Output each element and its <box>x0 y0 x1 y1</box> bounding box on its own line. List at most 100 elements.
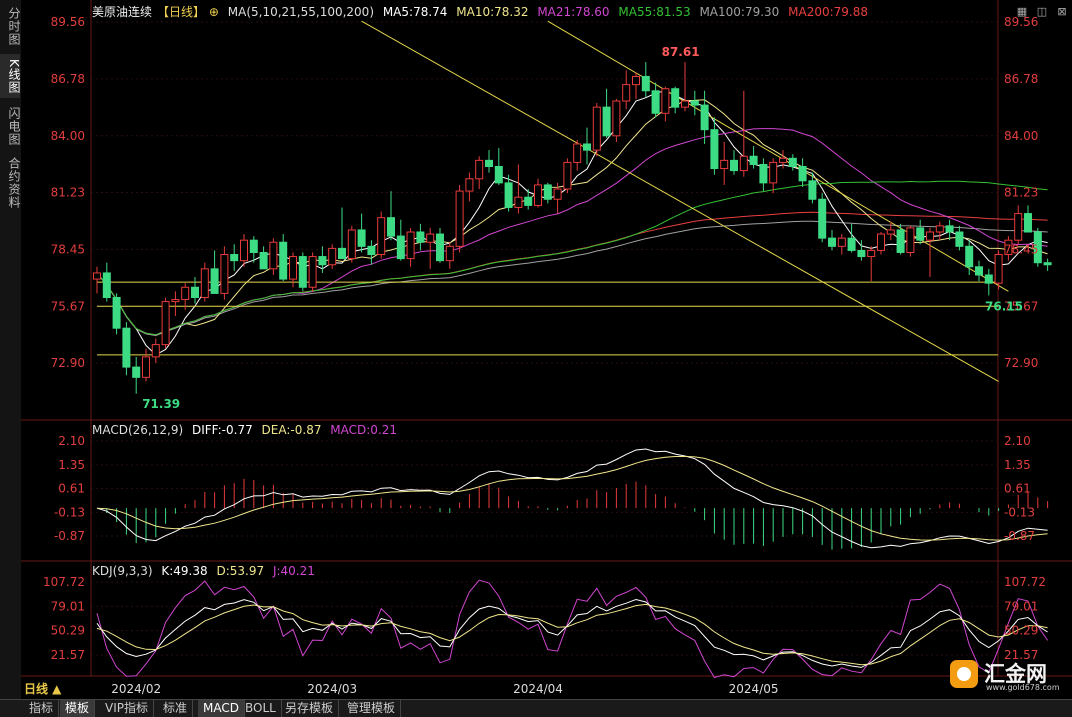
candle-body <box>112 297 121 329</box>
period-tag: 【日线】 <box>157 5 206 19</box>
candle-body <box>426 233 435 243</box>
ma-legend: 美原油连续 【日线】 ⊕ MA(5,10,21,55,100,200) MA5:7… <box>92 3 873 20</box>
candle-body <box>534 184 542 206</box>
candle-body <box>494 166 503 184</box>
candle-body <box>788 157 797 168</box>
candle-body <box>338 247 346 260</box>
price-annotation: 71.39 <box>142 397 180 411</box>
candle-body <box>1043 262 1052 266</box>
tab-save-template[interactable]: 另存模板 <box>280 700 340 717</box>
candle-body <box>700 104 709 131</box>
y-tick-label-right: 86.78 <box>1004 72 1038 86</box>
candle-body <box>367 245 376 256</box>
candle-body <box>289 256 297 280</box>
candle-body <box>837 237 846 247</box>
candle-body <box>965 245 974 268</box>
tab-template[interactable]: 模板 <box>60 700 96 717</box>
kdj-tick-right: 50.29 <box>1004 624 1038 638</box>
candle-body <box>1024 213 1032 233</box>
candle-body <box>220 254 229 294</box>
ma10-value: MA10:78.32 <box>456 5 529 19</box>
candle-body <box>93 272 101 280</box>
candle-body <box>436 233 444 262</box>
price-chart[interactable]: 89.56 89.5686.78 86.7884.00 84.0081.23 81.23… <box>21 0 1072 700</box>
close-icon[interactable]: ⊠ <box>1054 5 1070 19</box>
tab-flash[interactable]: 闪电图 <box>0 104 21 148</box>
macd-dea: DEA:-0.87 <box>261 423 322 437</box>
candle-body <box>602 106 611 137</box>
macd-diff: DIFF:-0.77 <box>191 423 253 437</box>
candle-body <box>151 344 160 358</box>
settings-icon[interactable]: ⊕ <box>209 5 219 19</box>
macd-tick-left: 0.61 <box>58 482 85 496</box>
price-annotation: 87.61 <box>662 45 700 59</box>
tab-manage-template[interactable]: 管理模板 <box>342 700 402 717</box>
candle-body <box>445 245 454 262</box>
y-tick-label-right: 72.90 <box>1004 356 1038 370</box>
kdj-tick-right: 79.01 <box>1004 599 1038 613</box>
tab-kline[interactable]: K线图 <box>0 54 21 98</box>
window-controls: ▦ ◫ ⊠ <box>1010 0 1070 19</box>
tab-timeshare[interactable]: 分时图 <box>0 4 21 48</box>
kdj-j: J:40.21 <box>272 564 315 578</box>
candle-body <box>926 231 934 241</box>
candle-body <box>955 231 964 247</box>
y-tick-label-right: 84.00 <box>1004 129 1038 143</box>
tab-boll[interactable]: BOLL <box>240 700 282 717</box>
candle-body <box>524 196 533 206</box>
y-tick-label-left: 72.90 <box>51 356 85 370</box>
candle-body <box>906 227 915 253</box>
candle-body <box>298 256 307 288</box>
candle-body <box>867 249 876 258</box>
candle-body <box>240 239 248 262</box>
tab-indicator[interactable]: 指标 <box>24 700 60 717</box>
y-tick-label-left: 81.23 <box>51 186 85 200</box>
candle-body <box>857 249 866 258</box>
period-selector[interactable]: 日线 ▲ <box>24 680 61 697</box>
macd-tick-left: 1.35 <box>58 458 85 472</box>
restore-icon[interactable]: ◫ <box>1034 5 1050 19</box>
macd-tick-left: -0.13 <box>54 505 85 519</box>
brand-logo: 汇金网 www.gold678.com <box>950 658 1062 694</box>
candle-body <box>622 84 631 102</box>
candle-body <box>279 241 288 280</box>
candle-body <box>465 178 474 192</box>
kdj-params: KDJ(9,3,3) <box>92 564 153 578</box>
kdj-tick-left: 107.72 <box>43 575 85 589</box>
tab-contract-info[interactable]: 合约资料 <box>0 154 21 212</box>
candle-body <box>406 231 415 260</box>
kdj-k: K:49.38 <box>161 564 208 578</box>
y-tick-label-left: 78.45 <box>51 242 85 256</box>
candle-body <box>612 100 621 137</box>
candle-body <box>553 188 562 200</box>
candle-body <box>455 190 464 247</box>
tab-vip-indicator[interactable]: VIP指标 <box>100 700 154 717</box>
candle-body <box>475 159 484 180</box>
ma5-value: MA5:78.74 <box>382 5 448 19</box>
candle-body <box>142 356 150 378</box>
candle-body <box>161 301 170 346</box>
grid-icon[interactable]: ▦ <box>1014 5 1030 19</box>
x-tick-label: 2024/03 <box>307 682 357 696</box>
candle-body <box>357 229 366 247</box>
candle-body <box>641 75 650 92</box>
macd-tick-right: -0.13 <box>1004 505 1035 519</box>
candle-body <box>759 163 768 184</box>
candle-body <box>720 159 729 170</box>
macd-tick-right: 2.10 <box>1004 434 1031 448</box>
macd-value: MACD:0.21 <box>330 423 398 437</box>
instrument-title: 美原油连续 <box>92 5 153 19</box>
candle-body <box>710 129 719 170</box>
candle-body <box>396 235 405 260</box>
macd-tick-left: 2.10 <box>58 434 85 448</box>
tab-macd[interactable]: MACD <box>198 700 245 717</box>
candle-body <box>102 272 111 299</box>
candle-body <box>916 227 925 241</box>
candle-body <box>984 274 993 284</box>
candle-body <box>563 161 572 190</box>
candle-body <box>994 254 1003 284</box>
candle-body <box>769 161 778 184</box>
logo-icon <box>950 660 978 688</box>
tab-standard[interactable]: 标准 <box>158 700 194 717</box>
candle-body <box>200 268 209 299</box>
